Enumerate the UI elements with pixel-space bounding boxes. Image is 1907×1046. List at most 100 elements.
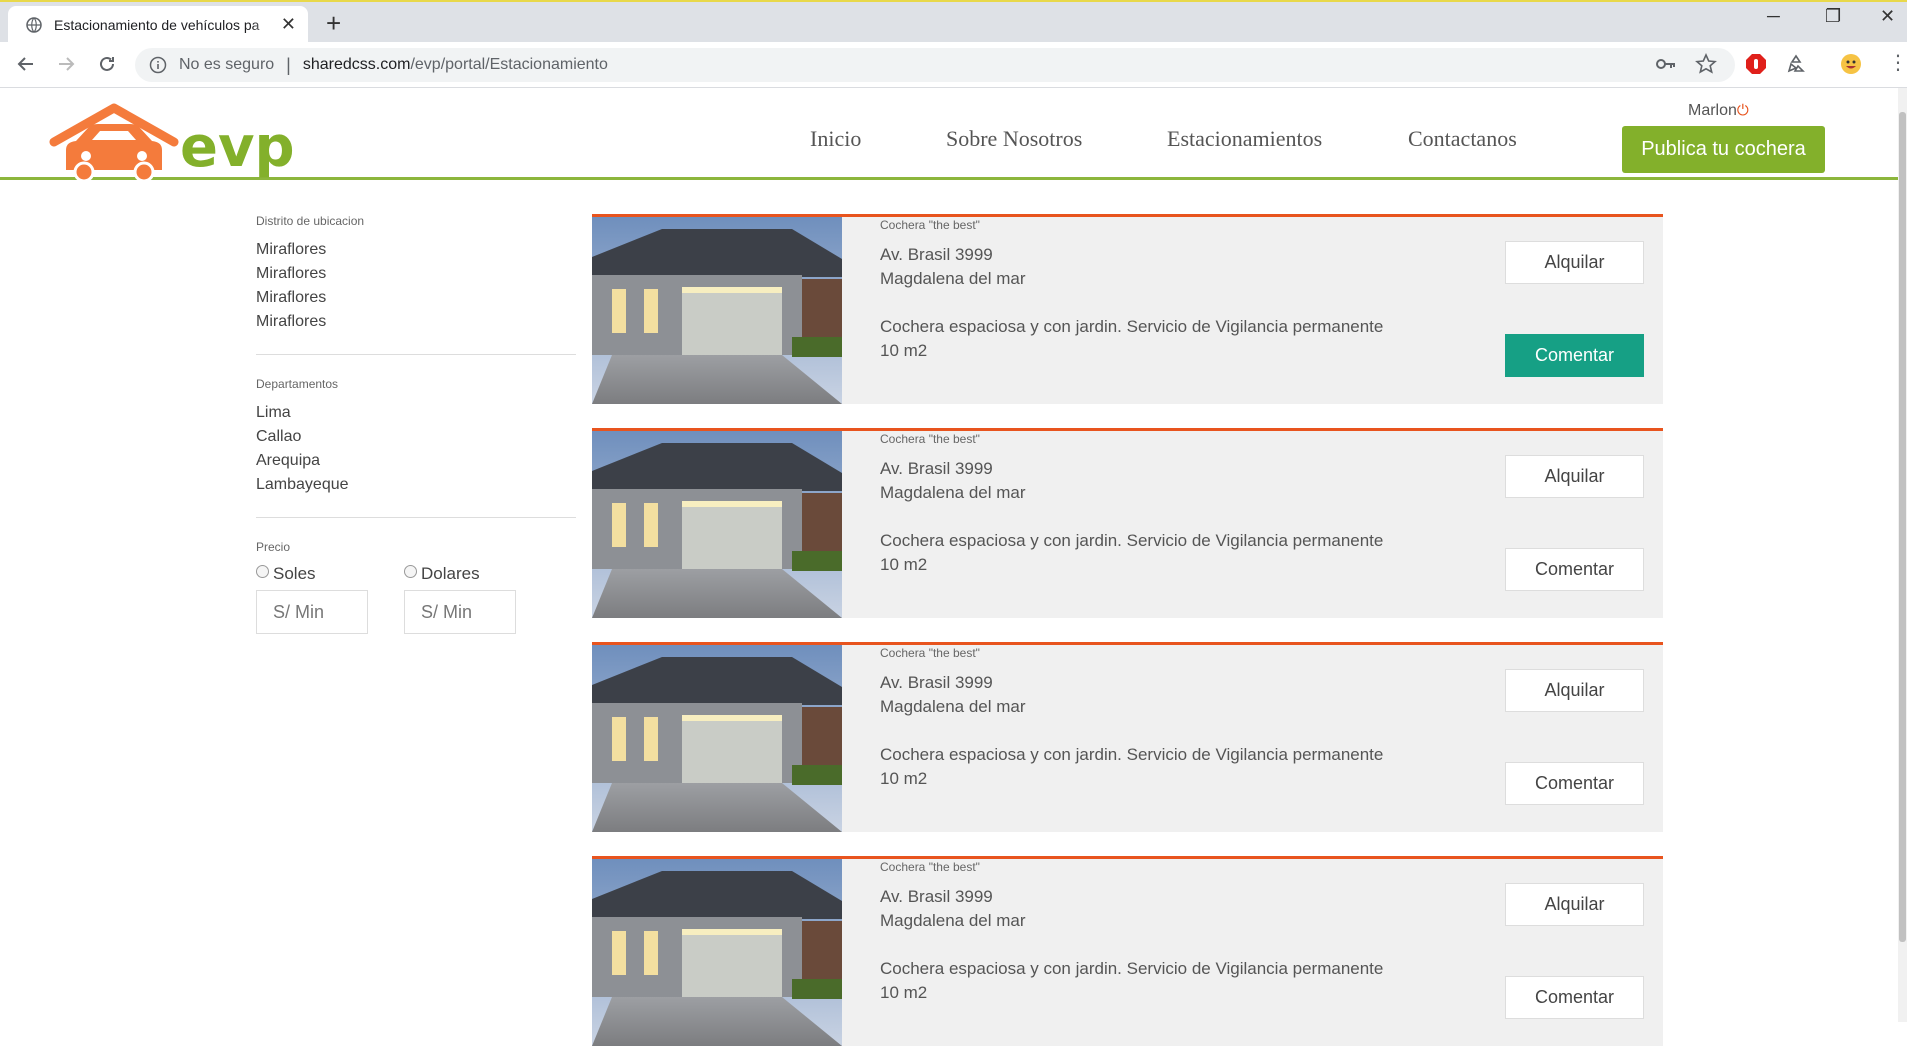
user-menu[interactable]: Marlon⏻ bbox=[1688, 102, 1749, 120]
dolares-radio[interactable] bbox=[404, 564, 417, 578]
rent-button[interactable]: Alquilar bbox=[1505, 883, 1644, 926]
evp-logo[interactable]: evp bbox=[48, 100, 338, 187]
listing-street: Av. Brasil 3999 bbox=[880, 245, 993, 264]
logo-text: evp bbox=[180, 115, 295, 180]
listing-description: Cochera espaciosa y con jardin. Servicio… bbox=[880, 531, 1384, 550]
listing-district: Magdalena del mar bbox=[880, 483, 1026, 502]
scrollbar-thumb[interactable] bbox=[1899, 112, 1906, 942]
listing-street: Av. Brasil 3999 bbox=[880, 459, 993, 478]
browser-tab[interactable]: Estacionamiento de vehículos pa ✕ bbox=[8, 6, 308, 44]
listing-district: Magdalena del mar bbox=[880, 697, 1026, 716]
forward-icon[interactable] bbox=[52, 50, 80, 78]
key-icon[interactable] bbox=[1655, 53, 1677, 75]
currency-dolares-option[interactable]: Dolares bbox=[404, 564, 552, 584]
listing-district: Magdalena del mar bbox=[880, 269, 1026, 288]
comment-button[interactable]: Comentar bbox=[1505, 548, 1644, 591]
listing-description: Cochera espaciosa y con jardin. Servicio… bbox=[880, 745, 1384, 764]
listing-photo[interactable] bbox=[592, 645, 842, 832]
tab-title: Estacionamiento de vehículos pa bbox=[54, 17, 260, 33]
filter-sidebar: Distrito de ubicacion Miraflores Miraflo… bbox=[256, 214, 576, 634]
rent-button[interactable]: Alquilar bbox=[1505, 669, 1644, 712]
globe-icon bbox=[26, 17, 42, 33]
url-host: sharedcss.com bbox=[302, 56, 411, 73]
browser-tab-strip: Estacionamiento de vehículos pa ✕ + ─ ❐ … bbox=[0, 0, 1907, 44]
district-option[interactable]: Miraflores bbox=[256, 286, 576, 310]
listing-address: Av. Brasil 3999 Magdalena del mar bbox=[880, 243, 1026, 291]
security-label: No es seguro bbox=[179, 56, 275, 73]
listing-address: Av. Brasil 3999 Magdalena del mar bbox=[880, 457, 1026, 505]
listing-area: 10 m2 bbox=[880, 341, 928, 360]
listing-description-block: Cochera espaciosa y con jardin. Servicio… bbox=[880, 743, 1400, 791]
listing-card: Cochera "the best" Av. Brasil 3999 Magdale… bbox=[592, 428, 1663, 618]
url-text[interactable]: sharedcss.com/evp/portal/Estacionamiento bbox=[303, 56, 608, 74]
url-path: /evp/portal/Estacionamiento bbox=[410, 56, 608, 73]
address-bar[interactable]: No es seguro | sharedcss.com/evp/portal/… bbox=[135, 48, 1735, 82]
reload-icon[interactable] bbox=[93, 50, 121, 78]
info-icon[interactable] bbox=[149, 56, 167, 74]
url-separator: | bbox=[286, 54, 291, 75]
currency-soles-option[interactable]: Soles bbox=[256, 564, 404, 584]
nav-sobre-nosotros[interactable]: Sobre Nosotros bbox=[946, 126, 1082, 152]
restore-icon[interactable]: ❐ bbox=[1825, 6, 1841, 27]
comment-button[interactable]: Comentar bbox=[1505, 762, 1644, 805]
tab-close-icon[interactable]: ✕ bbox=[281, 15, 296, 33]
dolares-min-input[interactable] bbox=[404, 590, 516, 634]
listing-street: Av. Brasil 3999 bbox=[880, 673, 993, 692]
listing-name: Cochera "the best" bbox=[880, 860, 980, 874]
department-option-arequipa[interactable]: Arequipa bbox=[256, 449, 576, 473]
rent-button[interactable]: Alquilar bbox=[1505, 241, 1644, 284]
district-option[interactable]: Miraflores bbox=[256, 262, 576, 286]
listing-photo[interactable] bbox=[592, 431, 842, 618]
department-option-callao[interactable]: Callao bbox=[256, 425, 576, 449]
bookmark-star-icon[interactable] bbox=[1695, 53, 1717, 75]
listing-description-block: Cochera espaciosa y con jardin. Servicio… bbox=[880, 315, 1400, 363]
window-close-icon[interactable]: ✕ bbox=[1880, 6, 1895, 27]
listing-photo[interactable] bbox=[592, 859, 842, 1046]
listing-area: 10 m2 bbox=[880, 769, 928, 788]
departments-filter-title: Departamentos bbox=[256, 377, 339, 391]
nav-estacionamientos[interactable]: Estacionamientos bbox=[1167, 126, 1322, 152]
listing-district: Magdalena del mar bbox=[880, 911, 1026, 930]
nav-inicio[interactable]: Inicio bbox=[810, 126, 861, 152]
profile-avatar-icon[interactable] bbox=[1840, 53, 1862, 75]
listing-description-block: Cochera espaciosa y con jardin. Servicio… bbox=[880, 957, 1400, 1005]
back-icon[interactable] bbox=[12, 50, 40, 78]
listing-area: 10 m2 bbox=[880, 555, 928, 574]
comment-button[interactable]: Comentar bbox=[1505, 334, 1644, 377]
power-icon[interactable]: ⏻ bbox=[1737, 102, 1749, 119]
soles-min-input[interactable] bbox=[256, 590, 368, 634]
listing-photo[interactable] bbox=[592, 217, 842, 404]
listing-name: Cochera "the best" bbox=[880, 218, 980, 232]
publish-garage-button[interactable]: Publica tu cochera bbox=[1622, 126, 1825, 173]
listing-address: Av. Brasil 3999 Magdalena del mar bbox=[880, 885, 1026, 933]
listing-address: Av. Brasil 3999 Magdalena del mar bbox=[880, 671, 1026, 719]
listing-description: Cochera espaciosa y con jardin. Servicio… bbox=[880, 959, 1384, 978]
rent-button[interactable]: Alquilar bbox=[1505, 455, 1644, 498]
department-option-lima[interactable]: Lima bbox=[256, 401, 576, 425]
listing-card: Cochera "the best" Av. Brasil 3999 Magdale… bbox=[592, 214, 1663, 404]
soles-radio[interactable] bbox=[256, 564, 269, 578]
nav-contactanos[interactable]: Contactanos bbox=[1408, 126, 1517, 152]
adblock-extension-icon[interactable] bbox=[1745, 53, 1767, 75]
district-filter-title: Distrito de ubicacion bbox=[256, 214, 365, 228]
dolares-label: Dolares bbox=[421, 564, 480, 583]
user-name: Marlon bbox=[1688, 102, 1737, 119]
listing-description: Cochera espaciosa y con jardin. Servicio… bbox=[880, 317, 1384, 336]
comment-button[interactable]: Comentar bbox=[1505, 976, 1644, 1019]
page-scrollbar[interactable] bbox=[1898, 88, 1907, 1022]
soles-label: Soles bbox=[273, 564, 316, 583]
listing-street: Av. Brasil 3999 bbox=[880, 887, 993, 906]
department-option-lambayeque[interactable]: Lambayeque bbox=[256, 473, 576, 497]
listing-name: Cochera "the best" bbox=[880, 432, 980, 446]
new-tab-icon[interactable]: + bbox=[326, 8, 341, 38]
listing-card: Cochera "the best" Av. Brasil 3999 Magdale… bbox=[592, 856, 1663, 1046]
district-option[interactable]: Miraflores bbox=[256, 238, 576, 262]
listing-card: Cochera "the best" Av. Brasil 3999 Magdale… bbox=[592, 642, 1663, 832]
more-menu-icon[interactable]: ⋮ bbox=[1888, 50, 1907, 74]
district-option[interactable]: Miraflores bbox=[256, 310, 576, 334]
site-header: evp Inicio Sobre Nosotros Estacionamient… bbox=[0, 88, 1898, 183]
listing-description-block: Cochera espaciosa y con jardin. Servicio… bbox=[880, 529, 1400, 577]
recycle-extension-icon[interactable] bbox=[1785, 53, 1807, 75]
minimize-icon[interactable]: ─ bbox=[1767, 6, 1780, 27]
filter-divider bbox=[256, 354, 576, 355]
